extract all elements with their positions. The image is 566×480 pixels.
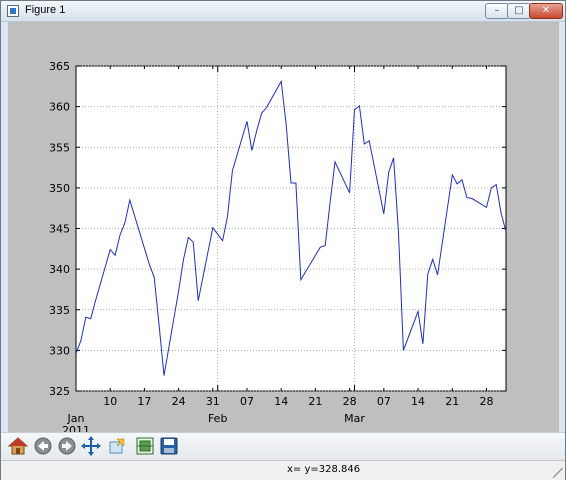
close-button[interactable]: ✕ — [529, 3, 563, 19]
maximize-button[interactable]: □ — [507, 3, 531, 19]
x-tick-label: 28 — [343, 395, 357, 408]
y-tick-label: 350 — [49, 182, 70, 195]
forward-arrow-icon — [58, 437, 76, 455]
forward-button[interactable] — [57, 436, 77, 456]
x-tick-label: 10 — [103, 395, 117, 408]
figure-window: Figure 1 – □ ✕ 325 330 335 340 345 350 355 360 3… — [0, 0, 566, 480]
x-tick-label: 07 — [377, 395, 391, 408]
y-tick-label: 365 — [49, 60, 70, 73]
y-tick-label: 325 — [49, 385, 70, 398]
navigation-toolbar — [1, 432, 565, 461]
save-button[interactable] — [159, 436, 179, 456]
minimize-button[interactable]: – — [485, 3, 509, 19]
home-button[interactable] — [7, 436, 29, 456]
y-tick-label: 330 — [49, 344, 70, 357]
x-month-label: 2011 — [62, 424, 90, 432]
y-tick-label: 360 — [49, 101, 70, 114]
x-tick-label: 14 — [411, 395, 425, 408]
save-disk-icon — [160, 437, 178, 455]
configure-subplots-button[interactable] — [135, 436, 155, 456]
back-button[interactable] — [33, 436, 53, 456]
x-tick-label: 31 — [206, 395, 220, 408]
status-bar: x= y=328.846 — [1, 460, 565, 480]
y-tick-label: 340 — [49, 263, 70, 276]
x-tick-label: 17 — [137, 395, 151, 408]
y-tick-label: 335 — [49, 304, 70, 317]
back-arrow-icon — [34, 437, 52, 455]
subplots-config-icon — [136, 437, 154, 455]
x-tick-label: 21 — [308, 395, 322, 408]
x-tick-label: 28 — [479, 395, 493, 408]
app-icon — [7, 5, 19, 17]
title-bar[interactable]: Figure 1 – □ ✕ — [1, 1, 565, 22]
plot-area — [75, 65, 507, 392]
zoom-button[interactable] — [107, 436, 127, 456]
x-month-label: Feb — [208, 412, 227, 425]
x-tick-label: 21 — [445, 395, 459, 408]
home-icon — [7, 437, 29, 455]
pan-button[interactable] — [81, 436, 101, 456]
pan-move-icon — [81, 436, 101, 456]
resize-grip[interactable] — [553, 468, 563, 478]
x-tick-label: 14 — [274, 395, 288, 408]
y-tick-label: 345 — [49, 223, 70, 236]
x-month-label: Mar — [344, 412, 365, 425]
figure-canvas[interactable]: 325 330 335 340 345 350 355 360 365 10 17 24 31 07 14… — [8, 22, 559, 432]
x-tick-label: 07 — [240, 395, 254, 408]
zoom-rect-icon — [109, 438, 125, 454]
line-chart[interactable]: 325 330 335 340 345 350 355 360 365 10 17 24 31 07 14… — [8, 22, 559, 432]
window-title: Figure 1 — [25, 4, 66, 16]
y-tick-label: 355 — [49, 141, 70, 154]
x-tick-label: 24 — [172, 395, 186, 408]
coordinate-readout: x= y=328.846 — [287, 464, 361, 475]
